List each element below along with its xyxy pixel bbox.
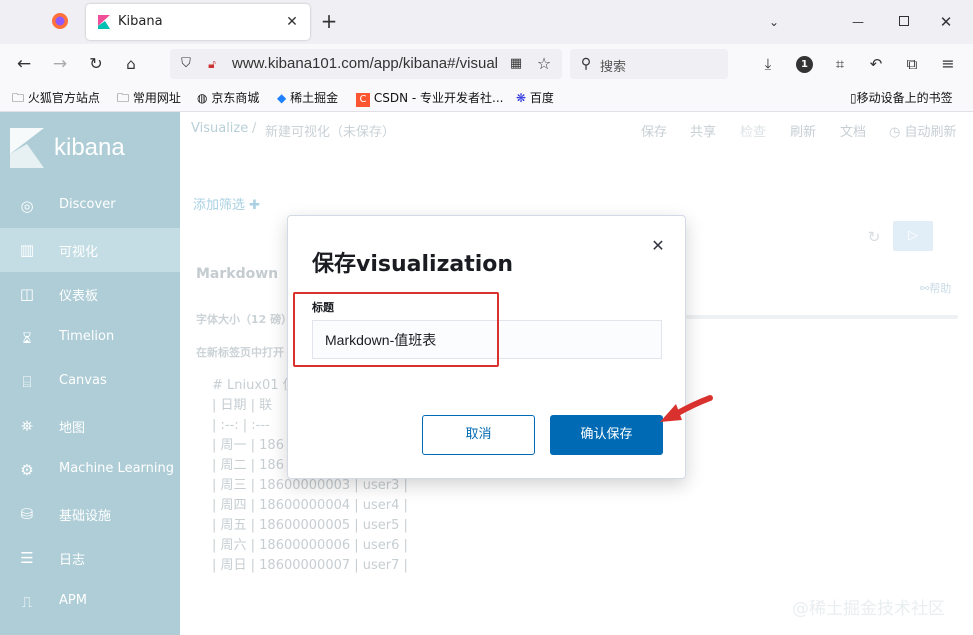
reload-icon[interactable]: ↻ — [86, 54, 106, 74]
apm-icon: ⎍ — [21, 593, 33, 611]
topnav-inspect[interactable]: 检查 — [740, 121, 766, 140]
bookmark-star-icon[interactable]: ☆ — [534, 54, 554, 74]
extension-badge[interactable]: 1 — [796, 56, 813, 73]
open-links-label: 在新标签页中打开 — [196, 346, 284, 359]
back-icon[interactable]: ← — [14, 54, 34, 74]
nav-timelion[interactable]: ⏳︎ Timelion — [0, 316, 180, 360]
bookmark-baidu[interactable]: ❋ 百度 — [516, 89, 554, 107]
search-icon: ⚲ — [580, 56, 592, 72]
breadcrumb-root[interactable]: Visualize — [191, 121, 248, 136]
topnav-auto-refresh[interactable]: ◷ 自动刷新 — [889, 121, 957, 140]
map-icon: ⛯ — [20, 417, 33, 435]
new-tab-button[interactable]: + — [318, 11, 340, 33]
confirm-save-button[interactable]: 确认保存 — [550, 415, 663, 455]
bookmark-common-sites[interactable]: 🗀︎ 常用网址 — [117, 89, 181, 107]
undo-icon[interactable]: ↶ — [866, 54, 886, 74]
topnav-refresh[interactable]: 刷新 — [790, 121, 816, 140]
logs-icon: ☰ — [20, 549, 34, 567]
topnav-share[interactable]: 共享 — [690, 121, 716, 140]
nav-maps[interactable]: ⛯ 地图 — [0, 404, 180, 448]
play-icon: ▷ — [908, 228, 918, 243]
globe-icon: ◍ — [197, 91, 208, 105]
nav-infrastructure[interactable]: ⛁ 基础设施 — [0, 492, 180, 536]
search-bar[interactable]: ⚲ 搜索 — [570, 49, 728, 79]
tab-close-icon[interactable]: ✕ — [282, 12, 302, 32]
plus-icon: ✚ — [249, 198, 261, 213]
download-icon[interactable]: ⤓ — [758, 54, 778, 74]
ml-icon: ⚙ — [20, 461, 34, 479]
nav-canvas[interactable]: ⌸ Canvas — [0, 360, 180, 404]
markdown-line: | 周三 | 18600000003 | user3 | — [212, 478, 408, 493]
url-text[interactable]: www.kibana101.com/app/kibana#/visual — [232, 55, 502, 73]
mobile-bookmarks[interactable]: ▯移动设备上的书签 — [850, 89, 953, 107]
juejin-icon: ◆ — [277, 91, 287, 105]
nav-apm[interactable]: ⎍ APM — [0, 580, 180, 624]
nav-visualize[interactable]: ▥ 可视化 — [0, 228, 180, 272]
nav-discover[interactable]: ◎ Discover — [0, 184, 180, 228]
url-bar[interactable]: ⛉ 🔓︎ www.kibana101.com/app/kibana#/visua… — [170, 49, 562, 79]
cancel-button[interactable]: 取消 — [422, 415, 535, 455]
csdn-icon: C — [356, 93, 370, 107]
kibana-logo-icon — [10, 128, 44, 168]
bookmark-firefox[interactable]: 🗀︎ 火狐官方站点 — [12, 89, 100, 107]
insecure-lock-icon[interactable]: 🔓︎ — [202, 54, 222, 74]
modal-title: 保存visualization — [312, 252, 514, 277]
nav-logs[interactable]: ☰ 日志 — [0, 536, 180, 580]
topnav-docs[interactable]: 文档 — [840, 121, 866, 140]
menu-icon[interactable]: ≡ — [938, 54, 958, 74]
link-icon: ⚯ — [920, 282, 930, 295]
markdown-line: | 周日 | 18600000007 | user7 | — [212, 558, 408, 573]
visualize-icon: ▥ — [19, 241, 35, 259]
topnav-save[interactable]: 保存 — [641, 121, 667, 140]
bookmark-csdn[interactable]: C CSDN - 专业开发者社... — [356, 89, 503, 107]
markdown-line: | 周四 | 18600000004 | user4 | — [212, 498, 408, 513]
breadcrumb-current: 新建可视化（未保存） — [265, 125, 396, 140]
modal-close-icon[interactable]: ✕ — [648, 236, 668, 256]
maximize-icon[interactable] — [899, 16, 909, 26]
search-placeholder: 搜索 — [600, 60, 627, 75]
mobile-icon: ▯ — [850, 91, 857, 105]
bookmark-jd[interactable]: ◍ 京东商城 — [197, 89, 259, 107]
forward-icon[interactable]: → — [50, 54, 70, 74]
annotation-arrow-icon — [660, 395, 713, 422]
markdown-line: | 周五 | 18600000005 | user5 | — [212, 518, 408, 533]
crop-icon[interactable]: ⌗ — [830, 54, 850, 74]
markdown-line: | 周六 | 18600000006 | user6 | — [212, 538, 408, 553]
tab-title: Kibana — [118, 14, 163, 29]
timelion-icon: ⏳︎ — [22, 329, 32, 347]
dashboard-icon: ◫ — [19, 285, 35, 303]
help-link[interactable]: ⚯帮助 — [920, 280, 951, 296]
shield-icon[interactable]: ⛉ — [176, 54, 196, 74]
compass-icon: ◎ — [20, 197, 34, 215]
folder-icon: 🗀︎ — [117, 91, 130, 105]
clock-icon: ◷ — [889, 125, 901, 140]
minimize-icon[interactable]: — — [848, 12, 868, 32]
canvas-icon: ⌸ — [22, 373, 32, 391]
watermark: @稀土掘金技术社区 — [792, 599, 945, 619]
qr-code-icon[interactable]: ▦ — [506, 54, 526, 74]
tab-list-chevron-icon[interactable]: ⌄ — [764, 12, 784, 32]
nav-machine-learning[interactable]: ⚙ Machine Learning — [0, 448, 180, 492]
baidu-paw-icon: ❋ — [516, 91, 527, 105]
kibana-favicon-icon — [96, 14, 112, 30]
nav-dashboard[interactable]: ◫ 仪表板 — [0, 272, 180, 316]
apply-play-button[interactable]: ▷ — [893, 221, 933, 251]
font-size-slider-track[interactable] — [686, 315, 958, 319]
folder-icon: 🗀︎ — [12, 91, 25, 105]
annotation-highlight-box — [293, 292, 499, 367]
breadcrumb-separator: / — [252, 121, 257, 136]
kibana-logo-text: kibana — [54, 134, 125, 161]
window-close-icon[interactable]: ✕ — [936, 12, 956, 32]
firefox-icon[interactable] — [50, 12, 70, 32]
font-size-label: 字体大小（12 磅） — [196, 313, 293, 326]
home-icon[interactable]: ⌂ — [121, 54, 141, 74]
panel-title: Markdown — [196, 266, 279, 282]
add-filter-link[interactable]: 添加筛选 ✚ — [193, 194, 260, 213]
extensions-icon[interactable]: ⧉ — [902, 54, 922, 74]
infra-icon: ⛁ — [20, 505, 34, 523]
bookmark-juejin[interactable]: ◆ 稀土掘金 — [277, 89, 338, 107]
browser-tab-kibana[interactable]: Kibana ✕ — [86, 4, 310, 40]
refresh-icon[interactable]: ↻ — [864, 227, 884, 247]
